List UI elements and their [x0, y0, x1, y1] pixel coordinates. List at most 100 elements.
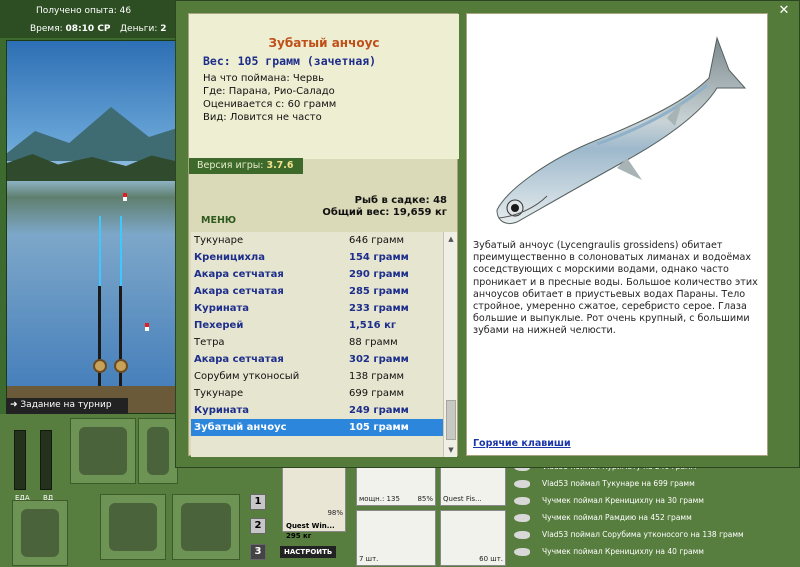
- reel-slot[interactable]: мощн.: 135 85%: [356, 466, 436, 506]
- catch-row[interactable]: Акара сетчатая 302 грамм: [191, 351, 443, 368]
- catch-fish-name: Зубатый анчоус: [194, 422, 287, 433]
- bobber-icon[interactable]: [145, 323, 149, 331]
- fishing-scene[interactable]: [6, 40, 176, 414]
- toolbox-icon: [147, 427, 169, 475]
- catch-row[interactable]: Акара сетчатая 290 грамм: [191, 266, 443, 283]
- log-entry: Vlad53 поймал Сорубима утконосого на 138…: [508, 526, 770, 543]
- catch-fish-name: Тукунаре: [194, 388, 244, 399]
- catch-fish-weight: 154 грамм: [349, 252, 409, 263]
- hotkeys-link[interactable]: Горячие клавиши: [473, 438, 571, 449]
- catch-row[interactable]: Курината 233 грамм: [191, 300, 443, 317]
- scroll-up-icon[interactable]: ▲: [444, 232, 458, 246]
- fish-icon: [181, 503, 231, 551]
- reel-percent: 85%: [417, 495, 433, 503]
- catch-fish-name: Тетра: [194, 337, 225, 348]
- catch-fish-name: Акара сетчатая: [194, 269, 284, 280]
- catch-row[interactable]: Тетра 88 грамм: [191, 334, 443, 351]
- fish-image: [496, 36, 747, 224]
- experience-text: Получено опыта: 46: [36, 6, 132, 16]
- close-icon[interactable]: ✕: [777, 3, 791, 18]
- catch-fish-name: Креницихла: [194, 252, 265, 263]
- catch-row[interactable]: Сорубим утконосый 138 грамм: [191, 368, 443, 385]
- catch-row[interactable]: Акара сетчатая 285 грамм: [191, 283, 443, 300]
- page-2-button[interactable]: 2: [250, 518, 266, 534]
- cauldron-icon: [21, 509, 59, 557]
- catch-fish-weight: 138 грамм: [349, 371, 405, 382]
- tackle-box-button[interactable]: [138, 418, 178, 484]
- fish-weight: Вес: 105 грамм (зачетная): [203, 54, 377, 68]
- tackle-rods-button[interactable]: [70, 418, 136, 484]
- catch-fish-name: Акара сетчатая: [194, 286, 284, 297]
- catch-row[interactable]: Зубатый анчоус 105 грамм: [191, 419, 443, 436]
- bobber-icon[interactable]: [123, 193, 127, 201]
- money-readout: Деньги: 2: [120, 24, 167, 34]
- drink-meter: [40, 430, 52, 490]
- tournament-task-button[interactable]: ➜ Задание на турнир: [6, 398, 128, 414]
- fish-icon: [514, 496, 530, 505]
- keepnet-summary: Рыб в садке: 48 Общий вес: 19,659 кг: [322, 195, 447, 219]
- reel-power: мощн.: 135: [359, 495, 400, 503]
- catch-fish-weight: 290 грамм: [349, 269, 409, 280]
- fish-catalog-button[interactable]: [172, 494, 240, 560]
- log-entry: Чучмек поймал Креницихлу на 40 грамм: [508, 543, 770, 560]
- scroll-down-icon[interactable]: ▼: [444, 443, 458, 457]
- setup-button[interactable]: НАСТРОИТЬ: [280, 546, 337, 558]
- top-status-bar: Получено опыта: 46 Время: 08:10 СР Деньг…: [0, 0, 180, 38]
- catch-fish-weight: 88 грамм: [349, 337, 398, 348]
- reel-icon[interactable]: [93, 359, 107, 373]
- fish-title: Зубатый анчоус: [268, 36, 380, 50]
- catch-fish-name: Курината: [194, 303, 250, 314]
- catch-fish-name: Акара сетчатая: [194, 354, 284, 365]
- catch-row[interactable]: Тукунаре 699 грамм: [191, 385, 443, 402]
- time-readout: Время: 08:10 СР: [30, 24, 111, 34]
- fish-icon: [514, 530, 530, 539]
- fish-icon: [514, 513, 530, 522]
- rarity-info: Вид: Ловится не часто: [203, 112, 322, 123]
- food-button[interactable]: [100, 494, 166, 560]
- rod-tip: [99, 216, 101, 286]
- page-3-button[interactable]: 3: [250, 544, 266, 560]
- catch-fish-weight: 105 грамм: [349, 422, 409, 433]
- line-slot[interactable]: Quest Fis...: [440, 466, 506, 506]
- hook-slot[interactable]: 7 шт.: [356, 510, 436, 566]
- tackle-name: Quest Win...: [286, 522, 335, 530]
- catch-fish-weight: 233 грамм: [349, 303, 409, 314]
- fish-count: Рыб в садке: 48: [354, 195, 447, 206]
- menu-button[interactable]: МЕНЮ: [201, 215, 236, 226]
- fish-card: Зубатый анчоус Вес: 105 грамм (зачетная)…: [189, 14, 459, 159]
- log-entry: Чучмек поймал Рамдию на 452 грамм: [508, 509, 770, 526]
- bait-count: 60 шт.: [479, 555, 503, 563]
- log-entry: Vlad53 поймал Тукунаре на 699 грамм: [508, 475, 770, 492]
- fork-knife-icon: [109, 503, 157, 551]
- cauldron-button[interactable]: [12, 500, 68, 566]
- catch-fish-weight: 699 грамм: [349, 388, 405, 399]
- bait-info: На что поймана: Червь: [203, 73, 325, 84]
- fish-info-dialog: ✕ Зубатый анчоус Вес: 105 грамм (зачетна…: [175, 0, 800, 468]
- catch-row[interactable]: Тукунаре 646 грамм: [191, 232, 443, 249]
- catch-row[interactable]: Курината 249 грамм: [191, 402, 443, 419]
- reel-icon[interactable]: [114, 359, 128, 373]
- rods-icon: [79, 427, 127, 475]
- catch-panel: Зубатый анчоус Вес: 105 грамм (зачетная)…: [188, 13, 459, 457]
- catch-row[interactable]: Креницихла 154 грамм: [191, 249, 443, 266]
- catch-log: Vlad53 поймал Куриматy на 249 грамм Vlad…: [508, 458, 770, 567]
- page-1-button[interactable]: 1: [250, 494, 266, 510]
- rod-tip: [120, 216, 122, 286]
- catch-list-scrollbar[interactable]: ▲ ▼: [443, 232, 457, 457]
- total-weight: Общий вес: 19,659 кг: [322, 207, 447, 218]
- mountain-range: [7, 107, 175, 161]
- hook-count: 7 шт.: [359, 555, 379, 563]
- location-info: Где: Парана, Рио-Саладо: [203, 86, 335, 97]
- catch-row[interactable]: Пехерей 1,516 кг: [191, 317, 443, 334]
- version-badge: Версия игры: 3.7.6: [189, 158, 303, 174]
- value-info: Оценивается с: 60 грамм: [203, 99, 337, 110]
- fish-description: Зубатый анчоус (Lycengraulis grossidens)…: [473, 240, 758, 337]
- catch-fish-weight: 302 грамм: [349, 354, 409, 365]
- catch-fish-weight: 1,516 кг: [349, 320, 397, 331]
- catch-fish-weight: 646 грамм: [349, 235, 405, 246]
- scroll-thumb[interactable]: [446, 400, 456, 440]
- catch-fish-name: Курината: [194, 405, 250, 416]
- catch-fish-name: Пехерей: [194, 320, 244, 331]
- catch-list[interactable]: Тукунаре 646 грамм Креницихла 154 грамм Акар…: [191, 232, 443, 457]
- bait-slot[interactable]: 60 шт.: [440, 510, 506, 566]
